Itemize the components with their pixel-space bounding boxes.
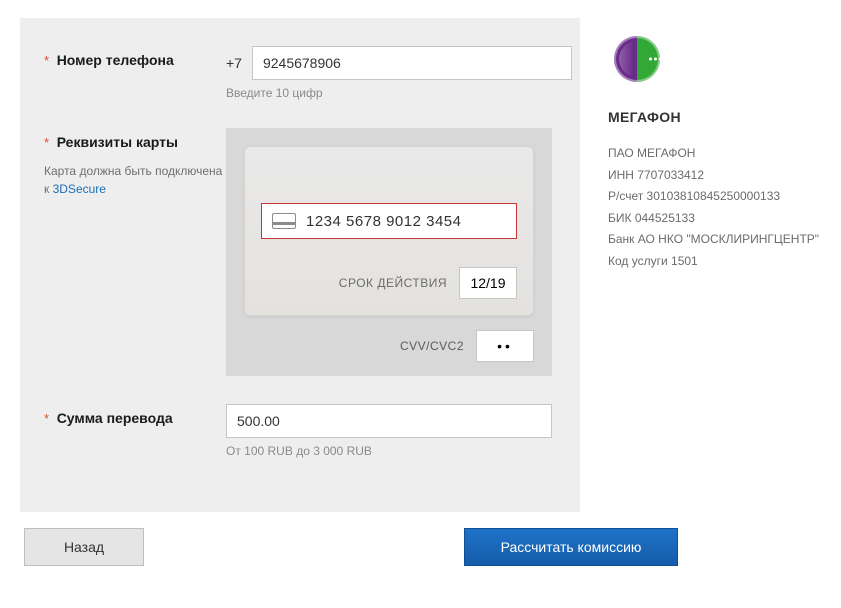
phone-label-col: * Номер телефона	[44, 46, 226, 68]
card-number-input[interactable]	[306, 213, 506, 230]
card-icon	[272, 213, 296, 229]
expiry-row: СРОК ДЕЙСТВИЯ	[261, 267, 517, 299]
amount-input[interactable]	[226, 404, 552, 438]
required-marker: *	[44, 53, 49, 68]
required-marker: *	[44, 411, 49, 426]
card-shape: СРОК ДЕЙСТВИЯ	[244, 146, 534, 316]
cvv-label: CVV/CVC2	[400, 339, 464, 353]
expiry-label: СРОК ДЕЙСТВИЯ	[339, 276, 447, 290]
amount-row: * Сумма перевода От 100 RUB до 3 000 RUB	[44, 404, 556, 458]
card-sub: Карта должна быть подключена к 3DSecure	[44, 162, 226, 198]
info-line-0: ПАО МЕГАФОН	[608, 143, 821, 165]
secure-link[interactable]: 3DSecure	[53, 182, 106, 196]
info-line-2: Р/счет 30103810845250000133	[608, 186, 821, 208]
expiry-input[interactable]	[459, 267, 517, 299]
info-line-4: Банк АО НКО "МОСКЛИРИНГЦЕНТР"	[608, 229, 821, 251]
phone-hint: Введите 10 цифр	[226, 86, 572, 100]
form-panel: * Номер телефона +7 Введите 10 цифр * Ре…	[20, 18, 580, 512]
cvv-row: CVV/CVC2	[226, 330, 552, 362]
phone-prefix: +7	[226, 55, 242, 71]
phone-field-col: +7 Введите 10 цифр	[226, 46, 572, 100]
page-container: * Номер телефона +7 Введите 10 цифр * Ре…	[20, 18, 821, 512]
card-number-wrap	[261, 203, 517, 239]
company-title: МЕГАФОН	[608, 109, 821, 125]
phone-line: +7	[226, 46, 572, 80]
phone-row: * Номер телефона +7 Введите 10 цифр	[44, 46, 556, 100]
calculate-commission-button[interactable]: Рассчитать комиссию	[464, 528, 678, 566]
back-button[interactable]: Назад	[24, 528, 144, 566]
amount-hint: От 100 RUB до 3 000 RUB	[226, 444, 556, 458]
info-line-3: БИК 044525133	[608, 208, 821, 230]
card-label: Реквизиты карты	[57, 134, 178, 150]
cvv-input[interactable]	[476, 330, 534, 362]
logo-wrap	[608, 36, 821, 85]
card-label-col: * Реквизиты карты Карта должна быть подк…	[44, 128, 226, 198]
megafon-logo-icon	[614, 36, 660, 82]
required-marker: *	[44, 135, 49, 150]
side-panel: МЕГАФОН ПАО МЕГАФОН ИНН 7707033412 Р/сче…	[608, 18, 821, 512]
amount-label-col: * Сумма перевода	[44, 404, 226, 426]
phone-input[interactable]	[252, 46, 572, 80]
amount-label: Сумма перевода	[57, 410, 173, 426]
card-area: СРОК ДЕЙСТВИЯ CVV/CVC2	[226, 128, 552, 376]
info-line-1: ИНН 7707033412	[608, 165, 821, 187]
info-line-5: Код услуги 1501	[608, 251, 821, 273]
amount-field-col: От 100 RUB до 3 000 RUB	[226, 404, 556, 458]
buttons-row: Назад Рассчитать комиссию	[20, 528, 821, 566]
phone-label: Номер телефона	[57, 52, 174, 68]
card-field-col: СРОК ДЕЙСТВИЯ CVV/CVC2	[226, 128, 556, 376]
card-row: * Реквизиты карты Карта должна быть подк…	[44, 128, 556, 376]
